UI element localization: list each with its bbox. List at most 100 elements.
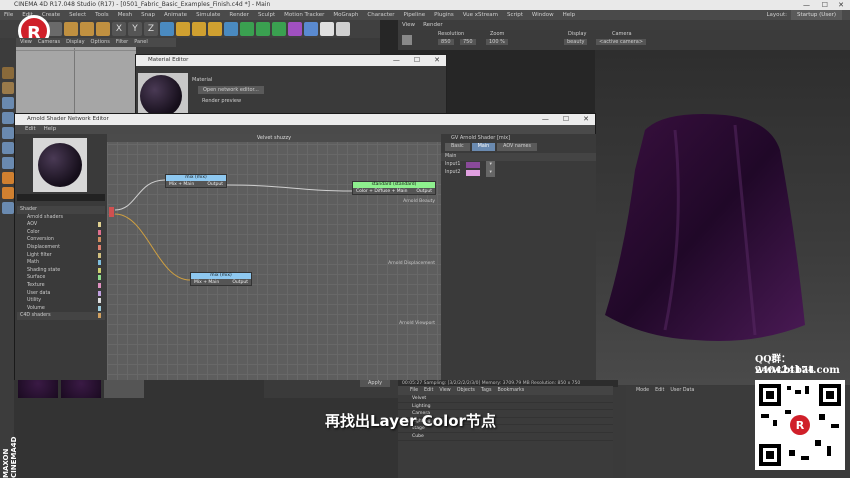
- close-icon[interactable]: ✕: [434, 55, 440, 66]
- close-icon[interactable]: ✕: [583, 114, 589, 125]
- object-menu-edit[interactable]: Edit: [424, 386, 433, 395]
- viewport-menu-view[interactable]: View: [20, 38, 32, 47]
- input2-dropdown-icon[interactable]: ▾: [486, 169, 495, 177]
- node-mix-1-output[interactable]: Output: [207, 181, 223, 188]
- node-standard-output[interactable]: Output: [416, 188, 432, 195]
- close-icon[interactable]: ✕: [838, 0, 844, 10]
- viewport-menu-panel[interactable]: Panel: [134, 38, 148, 47]
- zoom-field[interactable]: 100 %: [486, 39, 508, 45]
- maximize-icon[interactable]: ☐: [822, 0, 828, 10]
- z-axis-icon[interactable]: Z: [144, 22, 158, 36]
- shader-category-arnold-shaders[interactable]: Arnold shaders: [17, 214, 105, 222]
- render-menu-render[interactable]: Render: [423, 20, 443, 30]
- open-network-editor-button[interactable]: Open network editor...: [198, 86, 264, 94]
- shader-category-volume[interactable]: Volume: [17, 305, 105, 313]
- shader-category-user-data[interactable]: User data: [17, 290, 105, 298]
- shader-menu-help[interactable]: Help: [44, 125, 57, 134]
- arnold-beauty-port[interactable]: Arnold Beauty: [403, 199, 435, 204]
- node-mix-1-input[interactable]: Mix + Main: [169, 181, 194, 188]
- rotate-tool-icon[interactable]: [80, 22, 94, 36]
- menu-simulate[interactable]: Simulate: [196, 10, 220, 20]
- minimize-icon[interactable]: —: [542, 114, 549, 125]
- viewport-perspective[interactable]: [16, 38, 136, 118]
- move-tool-icon[interactable]: [48, 22, 62, 36]
- shader-category-displacement[interactable]: Displacement: [17, 244, 105, 252]
- node-mix-2[interactable]: mix (mix) Mix + Main Output: [190, 272, 252, 286]
- tab-aov-names[interactable]: AOV names: [497, 143, 537, 151]
- tab-main[interactable]: Main: [471, 143, 496, 151]
- menu-script[interactable]: Script: [507, 10, 523, 20]
- menu-pipeline[interactable]: Pipeline: [404, 10, 426, 20]
- x-axis-icon[interactable]: X: [112, 22, 126, 36]
- menu-select[interactable]: Select: [69, 10, 86, 20]
- shader-category-c4d-shaders[interactable]: C4D shaders: [17, 312, 105, 320]
- menu-tools[interactable]: Tools: [95, 10, 109, 20]
- coord-system-icon[interactable]: [160, 22, 174, 36]
- render-menu-view[interactable]: View: [402, 20, 415, 30]
- deformer-icon[interactable]: [272, 22, 286, 36]
- attribute-menu-user-data[interactable]: User Data: [670, 386, 694, 395]
- viewport-menu-filter[interactable]: Filter: [116, 38, 128, 47]
- menu-animate[interactable]: Animate: [164, 10, 187, 20]
- shader-category-utility[interactable]: Utility: [17, 297, 105, 305]
- preview-slider[interactable]: [17, 194, 105, 201]
- arnold-displacement-port[interactable]: Arnold Displacement: [388, 261, 435, 266]
- attribute-menu-mode[interactable]: Mode: [636, 386, 649, 395]
- menu-vue-xstream[interactable]: Vue xStream: [463, 10, 498, 20]
- menu-mesh[interactable]: Mesh: [118, 10, 132, 20]
- edges-mode-icon[interactable]: [2, 112, 14, 124]
- material-thumbnail[interactable]: standard: [104, 380, 144, 405]
- object-menu-tags[interactable]: Tags: [481, 386, 492, 395]
- maximize-icon[interactable]: ☐: [414, 55, 420, 66]
- node-standard[interactable]: standard (standard) Color + Diffuse + Ma…: [352, 181, 436, 195]
- shader-category-surface[interactable]: Surface: [17, 274, 105, 282]
- menu-sculpt[interactable]: Sculpt: [258, 10, 275, 20]
- viewport-menu-display[interactable]: Display: [66, 38, 84, 47]
- snap-icon[interactable]: [2, 172, 14, 184]
- attribute-menu-edit[interactable]: Edit: [655, 386, 664, 395]
- apply-button[interactable]: Apply: [360, 380, 391, 387]
- shader-category-aov[interactable]: AOV: [17, 221, 105, 229]
- input2-row[interactable]: Input2 ▾: [441, 169, 596, 177]
- maximize-icon[interactable]: ☐: [563, 114, 569, 125]
- polygons-mode-icon[interactable]: [2, 127, 14, 139]
- light-icon[interactable]: [320, 22, 334, 36]
- workplane-icon[interactable]: [2, 187, 14, 199]
- object-row-cube[interactable]: Cube: [398, 433, 613, 441]
- display-select[interactable]: beauty: [564, 39, 588, 45]
- shader-category-light-filter[interactable]: Light filter: [17, 252, 105, 260]
- res-height-field[interactable]: 750: [460, 39, 476, 45]
- viewport-menu-options[interactable]: Options: [91, 38, 110, 47]
- array-icon[interactable]: [256, 22, 270, 36]
- layout-selector[interactable]: Layout: Startup (User): [766, 10, 842, 20]
- nurbs-icon[interactable]: [240, 22, 254, 36]
- model-mode-icon[interactable]: [2, 67, 14, 79]
- menu-window[interactable]: Window: [532, 10, 554, 20]
- object-menu-view[interactable]: View: [439, 386, 450, 395]
- tweak-mode-icon[interactable]: [2, 157, 14, 169]
- axis-mode-icon[interactable]: [2, 142, 14, 154]
- arnold-viewport-port[interactable]: Arnold Viewport: [399, 321, 435, 326]
- minimize-icon[interactable]: —: [393, 55, 400, 66]
- node-standard-input[interactable]: Color + Diffuse + Main: [356, 188, 408, 195]
- scene-icon[interactable]: [288, 22, 302, 36]
- arnold-icon[interactable]: [336, 22, 350, 36]
- render-view-icon[interactable]: [176, 22, 190, 36]
- menu-file[interactable]: File: [4, 10, 13, 20]
- input1-dropdown-icon[interactable]: ▾: [486, 161, 495, 169]
- node-mix-1[interactable]: mix (mix) Mix + Main Output: [165, 174, 227, 188]
- shader-category-math[interactable]: Math: [17, 259, 105, 267]
- shader-category-shader[interactable]: Shader: [17, 206, 105, 214]
- res-width-field[interactable]: 850: [438, 39, 454, 45]
- play-icon[interactable]: [402, 35, 412, 45]
- node-canvas[interactable]: Velvet shuzzy mix (mix) Mix + Main Output…: [107, 134, 441, 380]
- material-thumbnail[interactable]: velvet shuzzy: [18, 380, 58, 405]
- object-row-velvet[interactable]: Velvet: [398, 395, 613, 403]
- tab-basic[interactable]: Basic: [445, 143, 470, 151]
- locked-workplane-icon[interactable]: [2, 202, 14, 214]
- menu-help[interactable]: Help: [563, 10, 576, 20]
- node-mix-2-output[interactable]: Output: [232, 279, 248, 286]
- minimize-icon[interactable]: —: [803, 0, 810, 10]
- y-axis-icon[interactable]: Y: [128, 22, 142, 36]
- texture-mode-icon[interactable]: [2, 82, 14, 94]
